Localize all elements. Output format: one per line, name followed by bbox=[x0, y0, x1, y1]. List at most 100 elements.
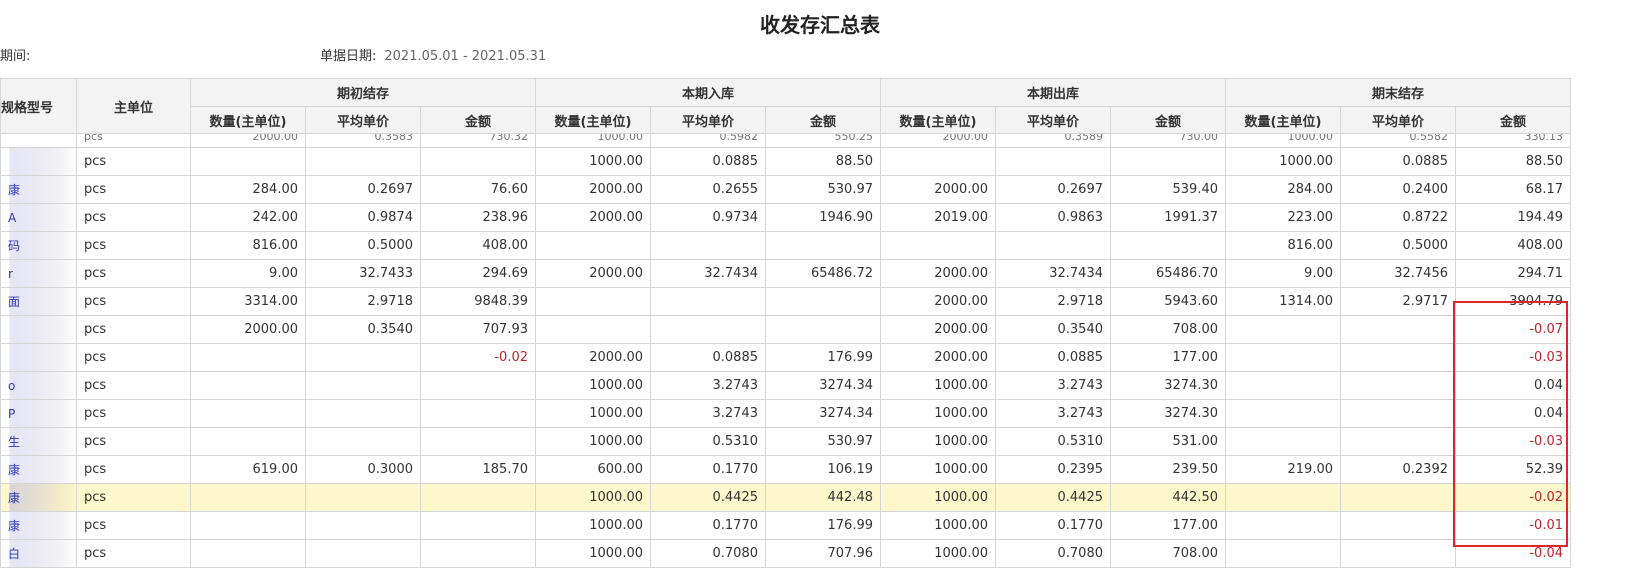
value-cell: 1000.00 bbox=[535, 511, 651, 540]
value-cell: -0.02 bbox=[420, 343, 536, 372]
spec-cell[interactable]: 生 bbox=[0, 427, 77, 456]
table-row[interactable]: pcs 2000.00 0.3540 707.93 2000.00 0.3540 708.0… bbox=[0, 315, 1571, 344]
value-cell: 0.0885 bbox=[1340, 147, 1456, 176]
column-header-inbound-price[interactable]: 平均单价 bbox=[650, 106, 766, 134]
group-header-inbound: 本期入库 bbox=[535, 78, 881, 107]
report-title: 收发存汇总表 bbox=[760, 13, 880, 37]
unit-cell: pcs bbox=[76, 203, 191, 232]
value-cell bbox=[535, 287, 651, 316]
column-header-outbound-price[interactable]: 平均单价 bbox=[995, 106, 1111, 134]
value-cell: 708.00 bbox=[1110, 315, 1226, 344]
value-cell: 3.2743 bbox=[650, 399, 766, 428]
table-row[interactable]: Apcs 242.00 0.9874 238.96 2000.00 0.9734 1946.… bbox=[0, 203, 1571, 232]
spec-cell[interactable] bbox=[0, 147, 77, 176]
value-cell: 2.9718 bbox=[995, 287, 1111, 316]
spec-cell[interactable]: o bbox=[0, 371, 77, 400]
value-cell: 708.00 bbox=[1110, 539, 1226, 568]
value-cell: 408.00 bbox=[1455, 231, 1571, 260]
value-cell: 0.2697 bbox=[995, 175, 1111, 204]
value-cell: 0.3540 bbox=[305, 315, 421, 344]
column-header-inbound-amount[interactable]: 金额 bbox=[765, 106, 881, 134]
table-row[interactable]: Ppcs 1000.00 3.2743 3274.34 1000.00 3.2743 327… bbox=[0, 399, 1571, 428]
group-header-closing: 期末结存 bbox=[1225, 78, 1571, 107]
table-row[interactable]: o pcs 1000.00 3.2743 3274.34 1000.00 3.2743 327… bbox=[0, 371, 1571, 400]
value-cell: 239.50 bbox=[1110, 455, 1226, 484]
value-cell: 707.96 bbox=[765, 539, 881, 568]
value-cell bbox=[1225, 315, 1341, 344]
table-row[interactable]: 生 pcs 1000.00 0.5310 530.97 1000.00 0.5310 531.… bbox=[0, 427, 1571, 456]
column-header-closing-amount[interactable]: 金额 bbox=[1455, 106, 1571, 134]
column-header-opening-amount[interactable]: 金额 bbox=[420, 106, 536, 134]
table-row[interactable]: 面 pcs 3314.00 2.9718 9848.39 2000.00 2.9718 594… bbox=[0, 287, 1571, 316]
value-cell bbox=[1340, 483, 1456, 512]
spec-cell[interactable]: 面 bbox=[0, 287, 77, 316]
table-cell: 2000.00 bbox=[190, 133, 306, 148]
value-cell: -0.01 bbox=[1455, 511, 1571, 540]
table-cell bbox=[0, 133, 77, 148]
value-cell: 0.04 bbox=[1455, 399, 1571, 428]
spec-cell[interactable]: r bbox=[0, 259, 77, 288]
unit-cell: pcs bbox=[76, 511, 191, 540]
value-cell: 2000.00 bbox=[880, 259, 996, 288]
value-cell bbox=[535, 315, 651, 344]
value-cell bbox=[190, 399, 306, 428]
table-row[interactable]: 康 pcs 1000.00 0.1770 176.99 1000.00 0.1770 177.… bbox=[0, 511, 1571, 540]
spec-cell[interactable]: P bbox=[0, 399, 77, 428]
column-header-inbound-qty[interactable]: 数量(主单位) bbox=[535, 106, 651, 134]
column-header-spec[interactable]: 规格型号 bbox=[0, 78, 77, 134]
group-header-opening: 期初结存 bbox=[190, 78, 536, 107]
value-cell bbox=[190, 539, 306, 568]
column-header-outbound-amount[interactable]: 金额 bbox=[1110, 106, 1226, 134]
value-cell: 0.4425 bbox=[995, 483, 1111, 512]
value-cell: 2000.00 bbox=[190, 315, 306, 344]
column-header-opening-qty[interactable]: 数量(主单位) bbox=[190, 106, 306, 134]
value-cell: 0.2655 bbox=[650, 175, 766, 204]
value-cell: 185.70 bbox=[420, 455, 536, 484]
spec-cell[interactable]: 白 bbox=[0, 539, 77, 568]
value-cell: 1000.00 bbox=[880, 427, 996, 456]
value-cell: 68.17 bbox=[1455, 175, 1571, 204]
table-row[interactable]: pcs -0.02 2000.00 0.0885 176.99 2000.00 0.0885… bbox=[0, 343, 1571, 372]
spec-cell[interactable]: A bbox=[0, 203, 77, 232]
table-row[interactable]: r pcs 9.00 32.7433 294.69 2000.00 32.7434 65486… bbox=[0, 259, 1571, 288]
value-cell: 1000.00 bbox=[880, 371, 996, 400]
value-cell: 9848.39 bbox=[420, 287, 536, 316]
spec-cell[interactable] bbox=[0, 343, 77, 372]
value-cell: 530.97 bbox=[765, 427, 881, 456]
value-cell bbox=[305, 427, 421, 456]
value-cell: 530.97 bbox=[765, 175, 881, 204]
table-row[interactable]: 白 pcs 1000.00 0.7080 707.96 1000.00 0.7080 708.… bbox=[0, 539, 1571, 568]
table-row[interactable]: pcs 1000.00 0.0885 88.50 1000.00 0.0885 88.50 bbox=[0, 147, 1571, 176]
value-cell: 0.9874 bbox=[305, 203, 421, 232]
value-cell bbox=[1340, 539, 1456, 568]
value-cell: 2019.00 bbox=[880, 203, 996, 232]
value-cell: 1314.00 bbox=[1225, 287, 1341, 316]
value-cell bbox=[1225, 371, 1341, 400]
table-row[interactable]: 康 pcs 1000.00 0.4425 442.48 1000.00 0.4425 442.… bbox=[0, 483, 1571, 512]
value-cell bbox=[1225, 539, 1341, 568]
column-header-outbound-qty[interactable]: 数量(主单位) bbox=[880, 106, 996, 134]
column-header-closing-price[interactable]: 平均单价 bbox=[1340, 106, 1456, 134]
table-row[interactable]: 康 pcs 619.00 0.3000 185.70 600.00 0.1770 106.19… bbox=[0, 455, 1571, 484]
column-header-unit[interactable]: 主单位 bbox=[76, 78, 191, 134]
spec-cell[interactable]: 康 bbox=[0, 483, 77, 512]
date-range-value: 2021.05.01 - 2021.05.31 bbox=[384, 49, 547, 64]
spec-cell[interactable]: 康 bbox=[0, 455, 77, 484]
column-header-opening-price[interactable]: 平均单价 bbox=[305, 106, 421, 134]
value-cell: 408.00 bbox=[420, 231, 536, 260]
value-cell: 3274.30 bbox=[1110, 399, 1226, 428]
value-cell: 3.2743 bbox=[650, 371, 766, 400]
value-cell bbox=[880, 231, 996, 260]
spec-cell[interactable]: 康 bbox=[0, 175, 77, 204]
value-cell: 0.1770 bbox=[650, 511, 766, 540]
spec-cell[interactable] bbox=[0, 315, 77, 344]
spec-cell[interactable]: 码 bbox=[0, 231, 77, 260]
value-cell: 9.00 bbox=[190, 259, 306, 288]
value-cell: 176.99 bbox=[765, 343, 881, 372]
value-cell: 2000.00 bbox=[880, 287, 996, 316]
spec-cell[interactable]: 康 bbox=[0, 511, 77, 540]
value-cell: 0.2400 bbox=[1340, 175, 1456, 204]
table-row[interactable]: 码 pcs 816.00 0.5000 408.00 816.00 0.5000 408.00 bbox=[0, 231, 1571, 260]
table-row[interactable]: 康 pcs 284.00 0.2697 76.60 2000.00 0.2655 530.97… bbox=[0, 175, 1571, 204]
column-header-closing-qty[interactable]: 数量(主单位) bbox=[1225, 106, 1341, 134]
